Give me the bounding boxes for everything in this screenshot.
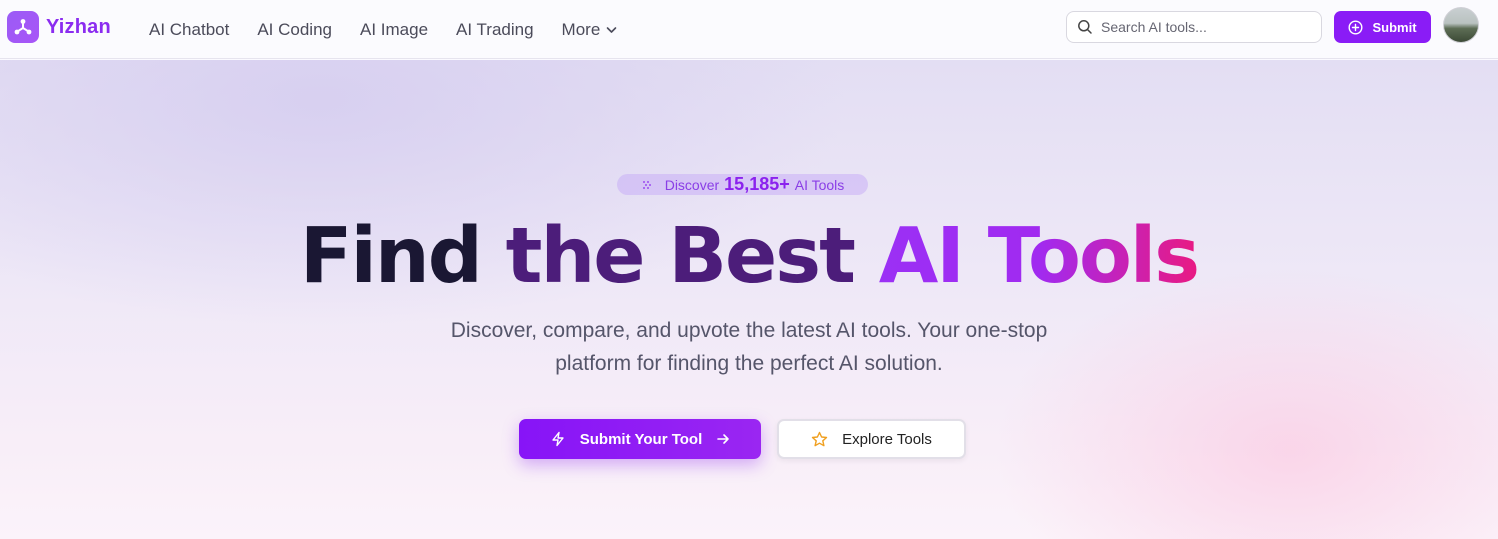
headline-part-ai-tools: AI Tools (878, 212, 1200, 301)
explore-tools-label: Explore Tools (842, 430, 932, 448)
chevron-down-icon (606, 26, 617, 34)
headline-part-the-best: the Best (505, 212, 856, 301)
headline-part-find: Find (299, 212, 483, 301)
user-avatar[interactable] (1443, 7, 1479, 43)
search-box[interactable] (1066, 11, 1322, 43)
search-icon (1077, 19, 1093, 35)
hero-subtitle: Discover, compare, and upvote the latest… (450, 319, 1048, 375)
badge-count: 15,185+ (724, 174, 790, 194)
share-nodes-icon (7, 11, 39, 43)
hero-section: Discover 15,185+ AI Tools Find the Best … (0, 60, 1498, 539)
search-input[interactable] (1101, 19, 1301, 35)
nav-link-ai-trading[interactable]: AI Trading (456, 20, 534, 40)
nav-links: AI Chatbot AI Coding AI Image AI Trading… (149, 0, 645, 59)
nav-link-ai-image[interactable]: AI Image (360, 20, 428, 40)
submit-your-tool-button[interactable]: Submit Your Tool (519, 419, 761, 459)
explore-tools-button[interactable]: Explore Tools (777, 419, 966, 459)
header-submit-label: Submit (1372, 19, 1417, 35)
nav-more-dropdown[interactable]: More (562, 20, 618, 40)
submit-your-tool-label: Submit Your Tool (579, 430, 703, 448)
badge-suffix: AI Tools (794, 176, 845, 193)
nav-more-label: More (561, 19, 601, 39)
plus-circle-icon (1348, 19, 1363, 35)
nav-link-ai-coding[interactable]: AI Coding (257, 20, 332, 40)
brand-logo[interactable]: Yizhan (7, 11, 111, 43)
badge-prefix: Discover (664, 176, 720, 193)
brand-name: Yizhan (46, 15, 111, 38)
star-icon (811, 431, 828, 448)
top-navbar: Yizhan AI Chatbot AI Coding AI Image AI … (0, 0, 1498, 59)
header-submit-button[interactable]: Submit (1334, 11, 1431, 43)
lightning-icon (550, 431, 566, 447)
nav-link-ai-chatbot[interactable]: AI Chatbot (149, 20, 229, 40)
arrow-right-icon (716, 432, 730, 446)
tool-count-badge: Discover 15,185+ AI Tools (617, 174, 868, 195)
hero-headline: Find the Best AI Tools (0, 212, 1498, 302)
sparkles-icon (641, 179, 653, 191)
